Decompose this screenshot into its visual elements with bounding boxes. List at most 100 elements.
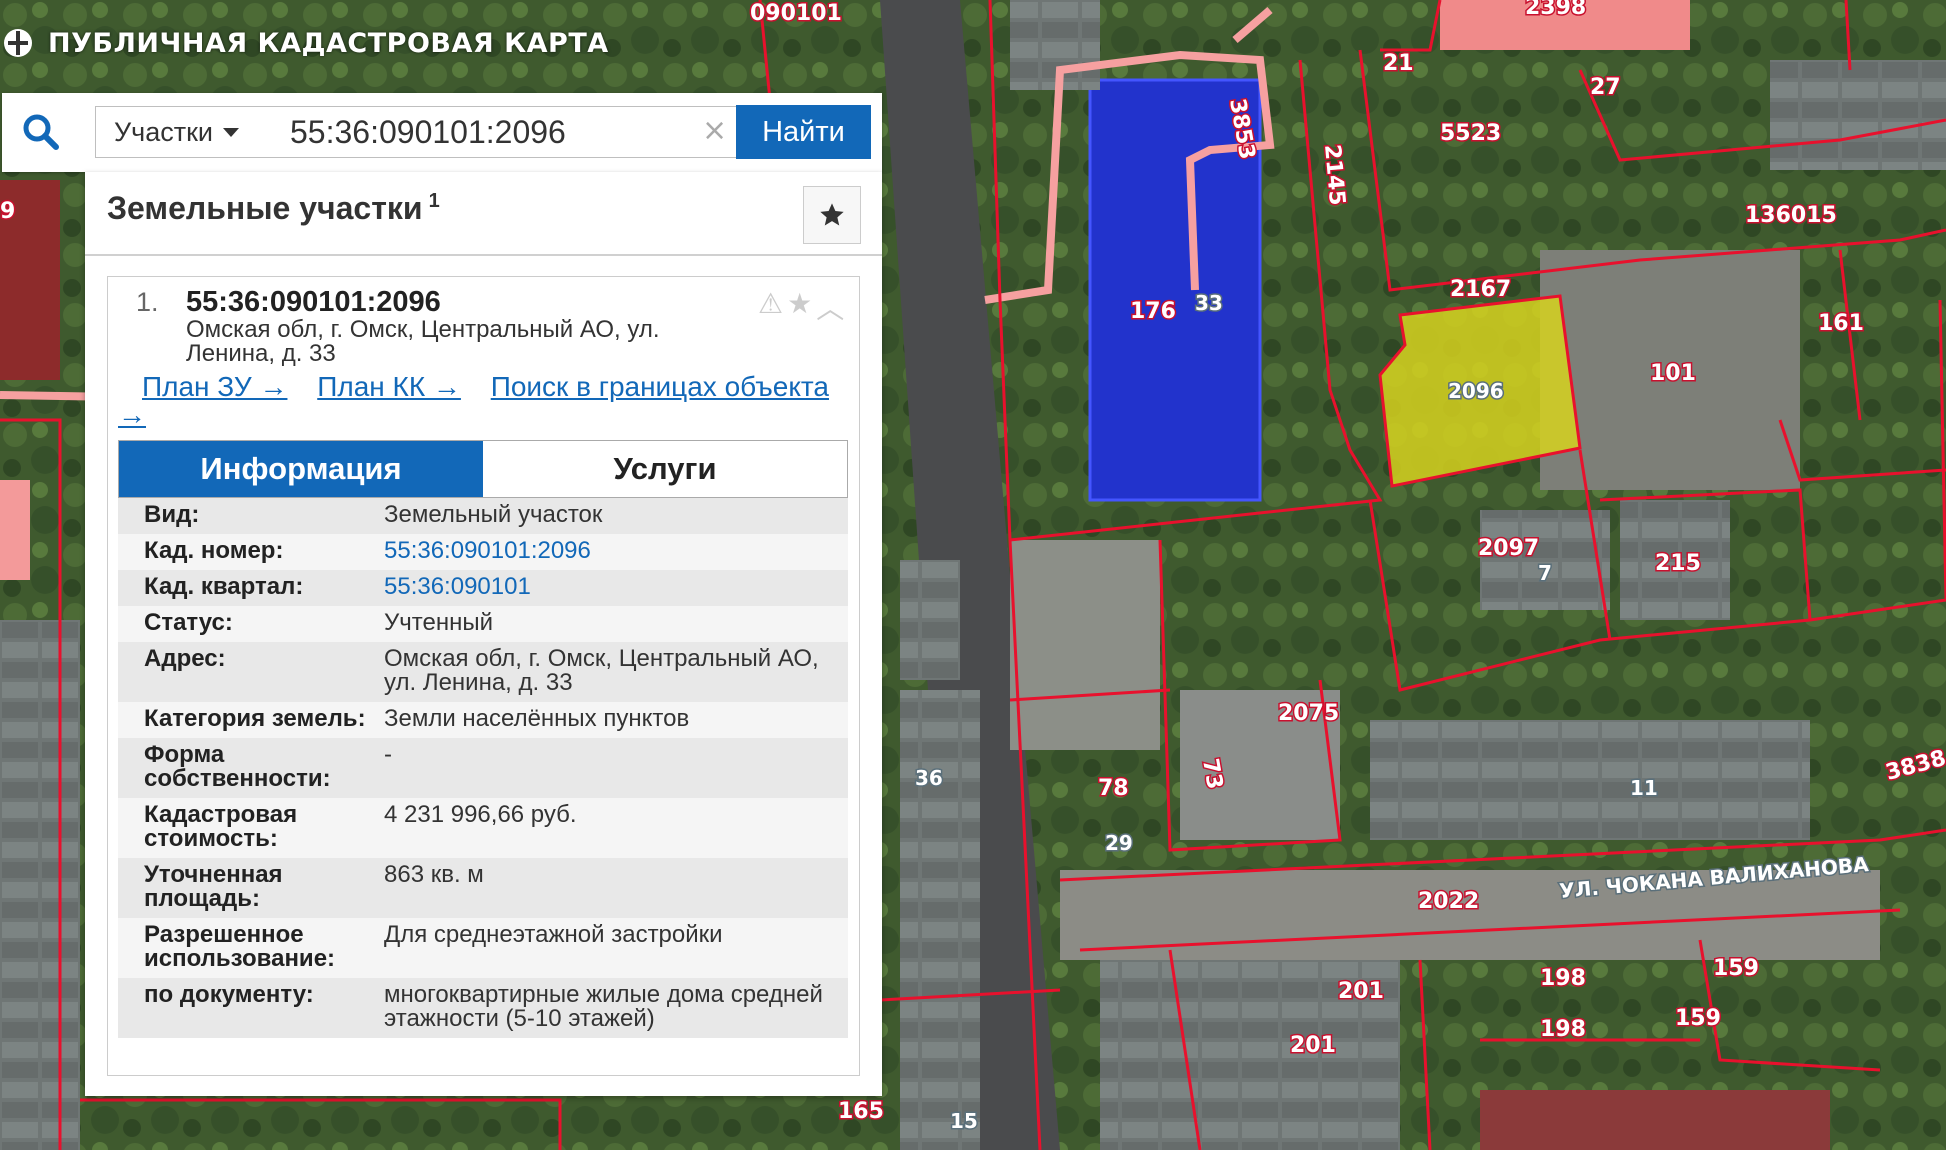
map-label: 29 — [1105, 831, 1133, 855]
favorites-button[interactable] — [803, 186, 861, 244]
search-type-label: Участки — [114, 116, 213, 147]
map-label: 136015 — [1745, 203, 1837, 228]
tab-information[interactable]: Информация — [119, 441, 483, 497]
result-number: 1. — [136, 287, 159, 317]
map-label: 2075 — [1278, 701, 1339, 726]
map-quarter-label: 090101 — [750, 1, 842, 26]
map-label: 15 — [950, 1109, 978, 1133]
clear-icon[interactable]: × — [702, 115, 727, 147]
divider — [85, 254, 882, 256]
search-bar: Участки × Найти — [2, 93, 882, 172]
info-row: Форма собственности: - — [118, 738, 848, 798]
info-value: Омская обл, г. Омск, Центральный АО, ул.… — [384, 645, 819, 696]
map-label: 159 — [1713, 956, 1759, 981]
info-value: Для среднеэтажной застройки — [384, 921, 723, 948]
info-row: Кадастровая стоимость: 4 231 996,66 руб. — [118, 798, 848, 858]
results-panel: Земельные участки 1 1. 55:36:090101:2096 … — [85, 172, 882, 1096]
search-input[interactable] — [264, 106, 738, 158]
map-label: 2022 — [1418, 889, 1479, 914]
map-label: 33 — [1195, 291, 1223, 315]
info-key: по документу: — [144, 981, 314, 1008]
info-row: Кад. номер: 55:36:090101:2096 — [118, 534, 848, 570]
app-header: ПУБЛИЧНАЯ КАДАСТРОВАЯ КАРТА — [0, 20, 609, 66]
info-value-link[interactable]: 55:36:090101 — [384, 575, 848, 599]
result-links: План ЗУ → План КК → Поиск в границах объ… — [118, 373, 838, 429]
map-label: 215 — [1655, 551, 1701, 576]
map-label: 7 — [1538, 561, 1552, 585]
map-label: 161 — [1818, 311, 1864, 336]
map-label: 101 — [1650, 361, 1696, 386]
map-label: 2145 — [1319, 143, 1349, 206]
panel-title: Земельные участки 1 — [107, 190, 440, 227]
plan-kk-link[interactable]: План КК → — [317, 371, 461, 402]
map-building-road-side-2 — [900, 690, 980, 1150]
search-type-select[interactable]: Участки — [95, 106, 265, 158]
info-value: многоквартирные жилые дома средней этажн… — [384, 981, 823, 1032]
info-row: Адрес: Омская обл, г. Омск, Центральный А… — [118, 642, 848, 702]
map-label: 21 — [1383, 51, 1414, 76]
info-value: Земельный участок — [384, 501, 603, 528]
map-label: 2097 — [1478, 536, 1539, 561]
info-key: Кад. квартал: — [144, 573, 304, 600]
info-value: - — [384, 741, 392, 768]
info-row: Разрешенное использование: Для среднеэтаж… — [118, 918, 848, 978]
map-label: 9 — [0, 199, 15, 224]
info-row: Вид: Земельный участок — [118, 498, 848, 534]
map-label: 198 — [1540, 966, 1586, 991]
map-label: 36 — [915, 766, 943, 790]
map-label: 27 — [1590, 75, 1621, 100]
info-value: 4 231 996,66 руб. — [384, 801, 577, 828]
map-building-ne — [1770, 60, 1946, 170]
map-label: 176 — [1130, 299, 1176, 324]
star-icon[interactable]: ★ — [787, 287, 812, 327]
info-key: Вид: — [144, 501, 200, 528]
info-key: Адрес: — [144, 645, 226, 672]
chevron-down-icon — [223, 127, 239, 137]
info-key: Уточненная площадь: — [144, 861, 283, 912]
result-tabs: Информация Услуги — [118, 440, 848, 498]
results-count: 1 — [428, 190, 440, 213]
map-label: 159 — [1675, 1006, 1721, 1031]
result-cad-number[interactable]: 55:36:090101:2096 — [186, 286, 441, 319]
map-label: 5523 — [1440, 121, 1501, 146]
panel-title-text: Земельные участки — [107, 190, 423, 226]
map-building-red-bottom — [1480, 1090, 1830, 1150]
map-label: 201 — [1338, 979, 1384, 1004]
star-icon — [820, 203, 844, 226]
map-building-west-pink — [0, 480, 30, 580]
map-label: 78 — [1098, 776, 1129, 801]
map-label: 2096 — [1448, 379, 1504, 403]
app-title: ПУБЛИЧНАЯ КАДАСТРОВАЯ КАРТА — [48, 27, 609, 59]
info-row: Категория земель: Земли населённых пункто… — [118, 702, 848, 738]
map-label: 2398 — [1525, 0, 1586, 20]
plan-zu-link[interactable]: План ЗУ → — [142, 371, 287, 402]
app-logo-icon — [4, 29, 32, 57]
result-actions: ⚠ ★ ︿ — [758, 287, 844, 327]
info-key: Форма собственности: — [144, 741, 331, 792]
info-row: Уточненная площадь: 863 кв. м — [118, 858, 848, 918]
tab-services[interactable]: Услуги — [483, 441, 847, 497]
info-value: Учтенный — [384, 609, 493, 636]
info-key: Категория земель: — [144, 705, 366, 732]
map-label: 11 — [1630, 776, 1658, 800]
map-label: 201 — [1290, 1033, 1336, 1058]
info-key: Разрешенное использование: — [144, 921, 336, 972]
search-icon[interactable] — [20, 111, 62, 153]
map-building-west-gray — [0, 620, 80, 1150]
chevron-up-icon[interactable]: ︿ — [816, 287, 844, 327]
info-key: Статус: — [144, 609, 233, 636]
map-building-long — [1370, 720, 1810, 840]
info-row: Статус: Учтенный — [118, 606, 848, 642]
info-key: Кадастровая стоимость: — [144, 801, 298, 852]
info-value: Земли населённых пунктов — [384, 705, 690, 732]
result-address: Омская обл, г. Омск, Центральный АО, ул.… — [186, 316, 660, 367]
info-table: Вид: Земельный участок Кад. номер: 55:36:0… — [118, 498, 848, 1038]
info-row: по документу: многоквартирные жилые дома … — [118, 978, 848, 1038]
info-value: 863 кв. м — [384, 861, 484, 888]
info-value-link[interactable]: 55:36:090101:2096 — [384, 539, 848, 563]
map-label: 2167 — [1450, 277, 1511, 302]
warning-icon[interactable]: ⚠ — [758, 287, 783, 327]
find-button[interactable]: Найти — [736, 105, 871, 159]
map-building-top — [1010, 0, 1100, 90]
info-row: Кад. квартал: 55:36:090101 — [118, 570, 848, 606]
